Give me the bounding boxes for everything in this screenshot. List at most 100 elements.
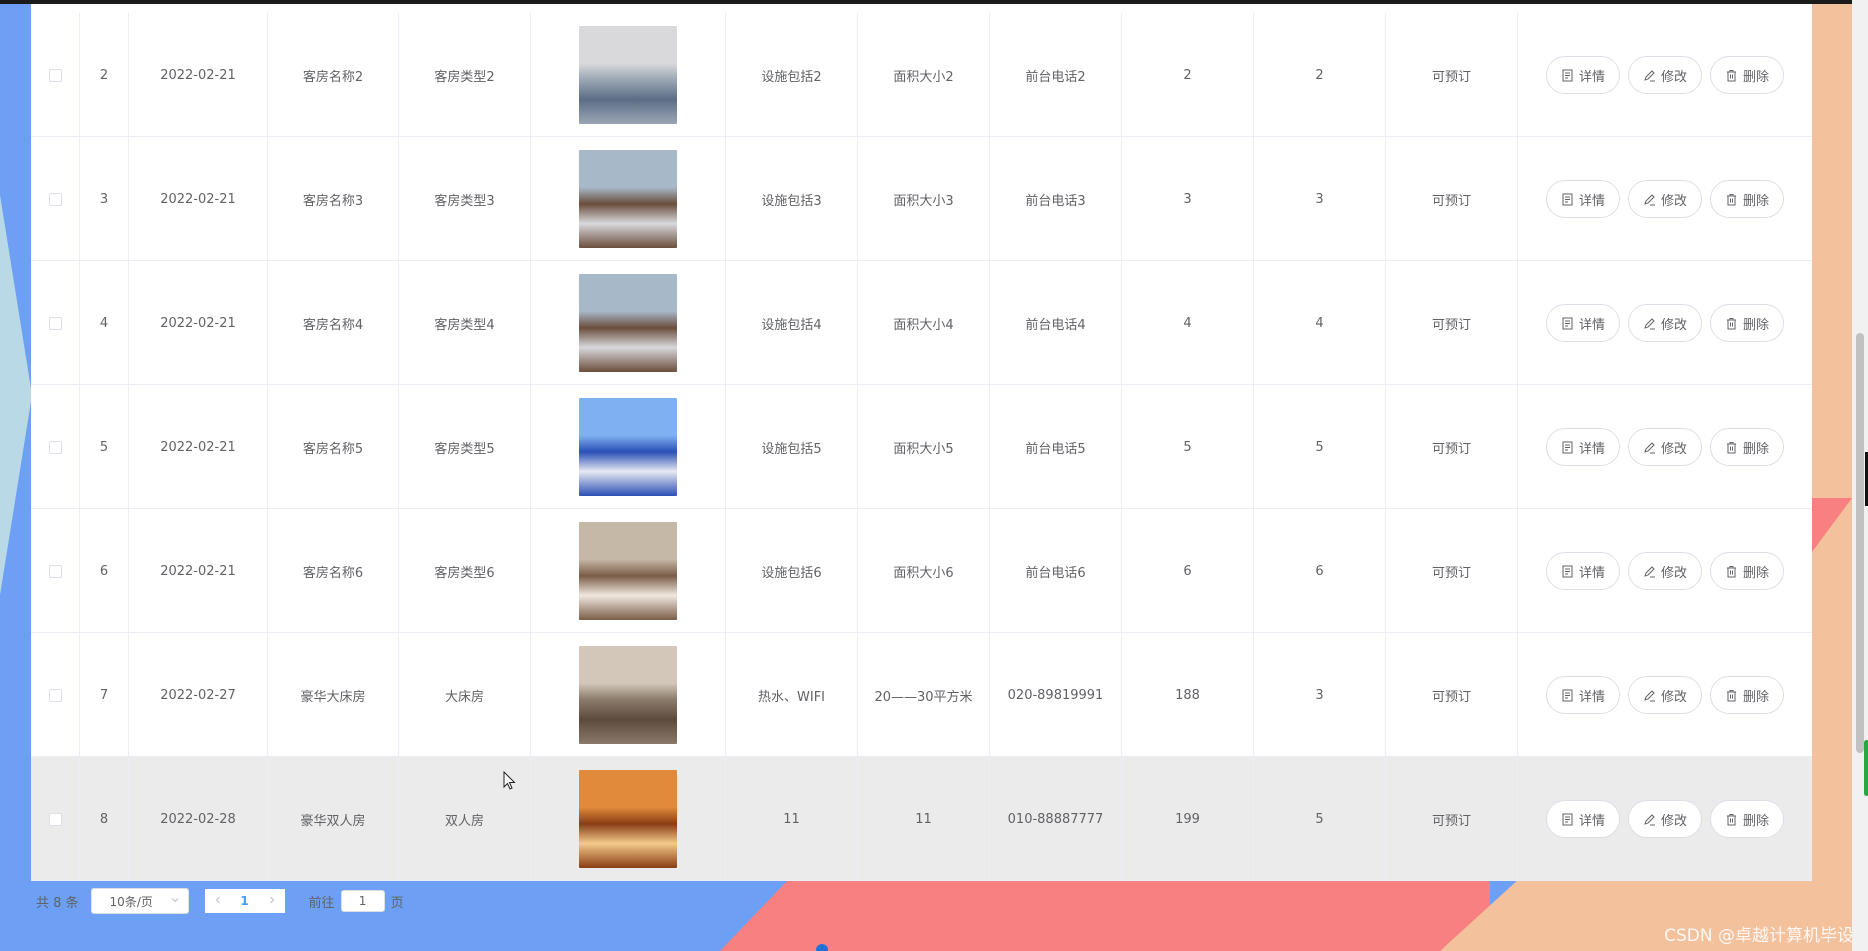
edit-button[interactable]: 修改 [1627,800,1702,838]
row-checkbox[interactable] [48,316,62,330]
edit-button[interactable]: 修改 [1627,428,1702,466]
row-checkbox[interactable] [48,192,62,206]
edit-button[interactable]: 修改 [1627,304,1702,342]
cell-phone: 前台电话5 [990,385,1122,509]
cell-check [31,757,80,881]
room-photo [579,398,677,496]
cell-price-text: 6 [1183,563,1192,579]
cell-date: 2022-02-21 [129,13,268,137]
cell-area: 面积大小2 [858,13,990,137]
cell-actions: 详情 修改 删除 [1518,261,1812,385]
table-row[interactable]: 5 2022-02-21 客房名称5 客房类型5 设施包括5 面积大小5 前台电话5 5 5 可预… [31,385,1812,509]
cell-phone-text: 前台电话5 [1025,441,1086,457]
cell-area: 面积大小6 [858,509,990,633]
cell-area-text: 11 [915,811,932,827]
row-checkbox[interactable] [48,564,62,578]
detail-button[interactable]: 详情 [1545,800,1620,838]
cell-area: 面积大小5 [858,385,990,509]
table-row[interactable]: 3 2022-02-21 客房名称3 客房类型3 设施包括3 面积大小3 前台电话3 3 3 可预… [31,137,1812,261]
table-row[interactable]: 4 2022-02-21 客房名称4 客房类型4 设施包括4 面积大小4 前台电话4 4 4 可预… [31,261,1812,385]
cell-price: 199 [1122,757,1254,881]
cell-count-text: 4 [1315,315,1324,331]
cell-status: 可预订 [1386,13,1518,137]
cell-phone: 010-88887777 [990,757,1122,881]
trash-icon [1725,317,1738,330]
cell-actions: 详情 修改 删除 [1518,633,1812,757]
cell-check [31,261,80,385]
cell-date: 2022-02-27 [129,633,268,757]
cell-count-text: 5 [1315,439,1324,455]
cell-count-text: 3 [1315,687,1324,703]
next-page-icon[interactable] [267,894,277,909]
row-checkbox[interactable] [48,688,62,702]
page-suffix: 页 [390,895,404,911]
page-scrollbar[interactable] [1852,0,1868,951]
table-row[interactable]: 6 2022-02-21 客房名称6 客房类型6 设施包括6 面积大小6 前台电话6 6 6 可预… [31,509,1812,633]
cell-status: 可预订 [1386,633,1518,757]
delete-button-label: 删除 [1743,441,1770,457]
delete-button[interactable]: 删除 [1710,180,1785,218]
detail-button-label: 详情 [1578,689,1605,705]
delete-button[interactable]: 删除 [1710,56,1785,94]
trash-icon [1725,565,1738,578]
cell-actions: 详情 修改 删除 [1518,757,1812,881]
cell-actions: 详情 修改 删除 [1518,385,1812,509]
cell-date: 2022-02-21 [129,509,268,633]
detail-button[interactable]: 详情 [1545,428,1620,466]
edit-button[interactable]: 修改 [1627,56,1702,94]
current-page[interactable]: 1 [240,894,248,908]
edit-button[interactable]: 修改 [1627,676,1702,714]
detail-button[interactable]: 详情 [1545,676,1620,714]
row-checkbox[interactable] [48,68,62,82]
detail-button[interactable]: 详情 [1545,56,1620,94]
row-checkbox[interactable] [48,440,62,454]
table-row[interactable]: 2 2022-02-21 客房名称2 客房类型2 设施包括2 面积大小2 前台电话2 2 2 可预… [31,13,1812,137]
cell-type: 客房类型3 [399,137,531,261]
table-row[interactable]: 7 2022-02-27 豪华大床房 大床房 热水、WIFI 20——30平方米 020-8… [31,633,1812,757]
document-icon [1561,193,1574,206]
delete-button[interactable]: 删除 [1710,428,1785,466]
delete-button[interactable]: 删除 [1710,304,1785,342]
cell-name-text: 豪华大床房 [300,689,366,705]
edit-button[interactable]: 修改 [1627,552,1702,590]
cell-image [531,13,726,137]
document-icon [1561,69,1574,82]
pencil-icon [1643,813,1656,826]
cell-check [31,137,80,261]
cell-name: 豪华大床房 [268,633,399,757]
document-icon [1561,565,1574,578]
detail-button-label: 详情 [1578,441,1605,457]
goto-page-input[interactable]: 1 [340,890,385,912]
detail-button[interactable]: 详情 [1545,180,1620,218]
delete-button[interactable]: 删除 [1710,800,1785,838]
detail-button[interactable]: 详情 [1545,304,1620,342]
cell-type: 大床房 [399,633,531,757]
document-icon [1561,441,1574,454]
cell-facilities: 设施包括3 [726,137,858,261]
delete-button[interactable]: 删除 [1710,676,1785,714]
prev-page-icon[interactable] [213,894,223,909]
cell-facilities-text: 热水、WIFI [758,689,825,705]
trash-icon [1725,69,1738,82]
mouse-cursor-icon [503,770,517,795]
row-checkbox[interactable] [48,812,62,826]
cell-type: 客房类型4 [399,261,531,385]
cell-type: 客房类型6 [399,509,531,633]
delete-button[interactable]: 删除 [1710,552,1785,590]
cell-count: 5 [1254,757,1386,881]
page-size-select[interactable]: 10条/页 [90,888,189,914]
cell-price: 2 [1122,13,1254,137]
cell-type-text: 双人房 [444,813,484,829]
pencil-icon [1643,317,1656,330]
scrollbar-thumb[interactable] [1856,333,1864,753]
edit-button-label: 修改 [1660,565,1687,581]
table-row[interactable]: 8 2022-02-28 豪华双人房 双人房 11 11 010-88887777 199 5 可… [31,757,1812,881]
detail-button[interactable]: 详情 [1545,552,1620,590]
cell-image [531,509,726,633]
cell-date-text: 2022-02-21 [160,191,236,207]
cell-actions: 详情 修改 删除 [1518,137,1812,261]
cell-actions: 详情 修改 删除 [1518,509,1812,633]
cell-price: 6 [1122,509,1254,633]
delete-button-label: 删除 [1743,689,1770,705]
edit-button[interactable]: 修改 [1627,180,1702,218]
